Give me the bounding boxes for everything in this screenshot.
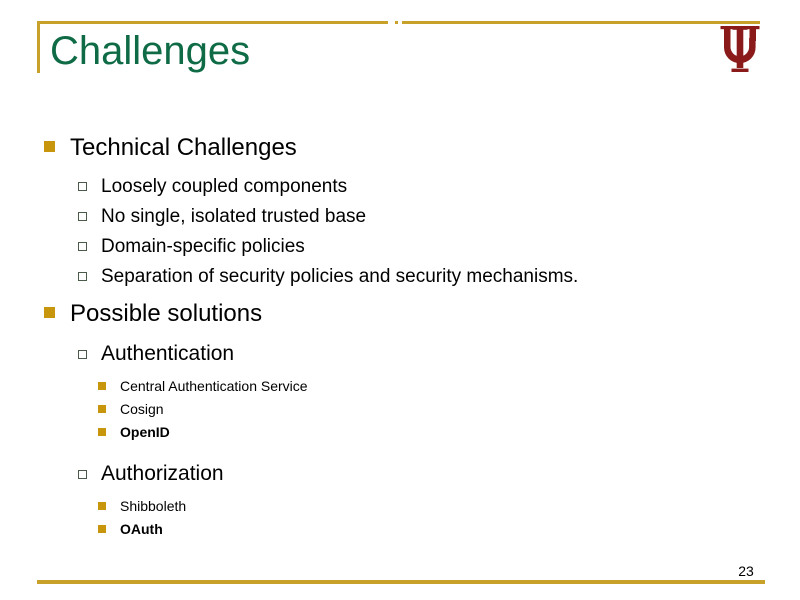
bullet-hollow-square-icon bbox=[78, 350, 87, 359]
bullet-hollow-square-icon bbox=[78, 242, 87, 251]
bullet-square-icon bbox=[98, 405, 106, 413]
list-item: Domain-specific policies bbox=[0, 232, 800, 262]
bullet-square-icon bbox=[44, 307, 55, 318]
presentation-slide: Challenges Technical Challenges Loosely … bbox=[0, 0, 800, 600]
list-item-link[interactable]: OAuth bbox=[0, 518, 800, 541]
list-item: No single, isolated trusted base bbox=[0, 202, 800, 232]
list-item: Central Authentication Service bbox=[0, 375, 800, 398]
list-item-label: No single, isolated trusted base bbox=[101, 206, 367, 227]
list-item-label: Shibboleth bbox=[120, 498, 187, 514]
indiana-university-trident-logo bbox=[718, 26, 762, 72]
bullet-hollow-square-icon bbox=[78, 182, 87, 191]
list-item-label: Domain-specific policies bbox=[101, 236, 305, 257]
bullet-square-icon bbox=[98, 428, 106, 436]
list-item: Shibboleth bbox=[0, 495, 800, 518]
header-rule-dot bbox=[395, 21, 398, 24]
link-oauth[interactable]: OAuth bbox=[120, 518, 163, 541]
list-item-label: Cosign bbox=[120, 401, 164, 417]
header-left-accent-tick bbox=[37, 21, 40, 73]
footer-rule bbox=[37, 580, 765, 584]
slide-body: Technical Challenges Loosely coupled com… bbox=[0, 132, 800, 541]
link-openid[interactable]: OpenID bbox=[120, 421, 170, 444]
bullet-hollow-square-icon bbox=[78, 272, 87, 281]
list-item-link[interactable]: OpenID bbox=[0, 421, 800, 444]
bullet-hollow-square-icon bbox=[78, 212, 87, 221]
list-item: Separation of security policies and secu… bbox=[0, 262, 800, 292]
list-item-label: Loosely coupled components bbox=[101, 176, 348, 197]
group-heading-label: Authentication bbox=[101, 342, 235, 365]
bullet-square-icon bbox=[98, 382, 106, 390]
section-heading-label: Possible solutions bbox=[70, 300, 263, 327]
section-heading-possible-solutions: Possible solutions bbox=[0, 298, 800, 330]
bullet-square-icon bbox=[44, 141, 55, 152]
page-title: Challenges bbox=[50, 29, 251, 73]
group-heading-label: Authorization bbox=[101, 462, 224, 485]
group-heading-authorization: Authorization bbox=[0, 458, 800, 489]
list-item: Cosign bbox=[0, 398, 800, 421]
list-item-label: Central Authentication Service bbox=[120, 378, 308, 394]
bullet-square-icon bbox=[98, 525, 106, 533]
bullet-square-icon bbox=[98, 502, 106, 510]
bullet-hollow-square-icon bbox=[78, 470, 87, 479]
section-heading-technical-challenges: Technical Challenges bbox=[0, 132, 800, 164]
list-item: Loosely coupled components bbox=[0, 172, 800, 202]
section-heading-label: Technical Challenges bbox=[70, 134, 297, 161]
group-heading-authentication: Authentication bbox=[0, 338, 800, 369]
list-item-label: Separation of security policies and secu… bbox=[101, 266, 579, 287]
slide-page-number: 23 bbox=[738, 563, 754, 579]
